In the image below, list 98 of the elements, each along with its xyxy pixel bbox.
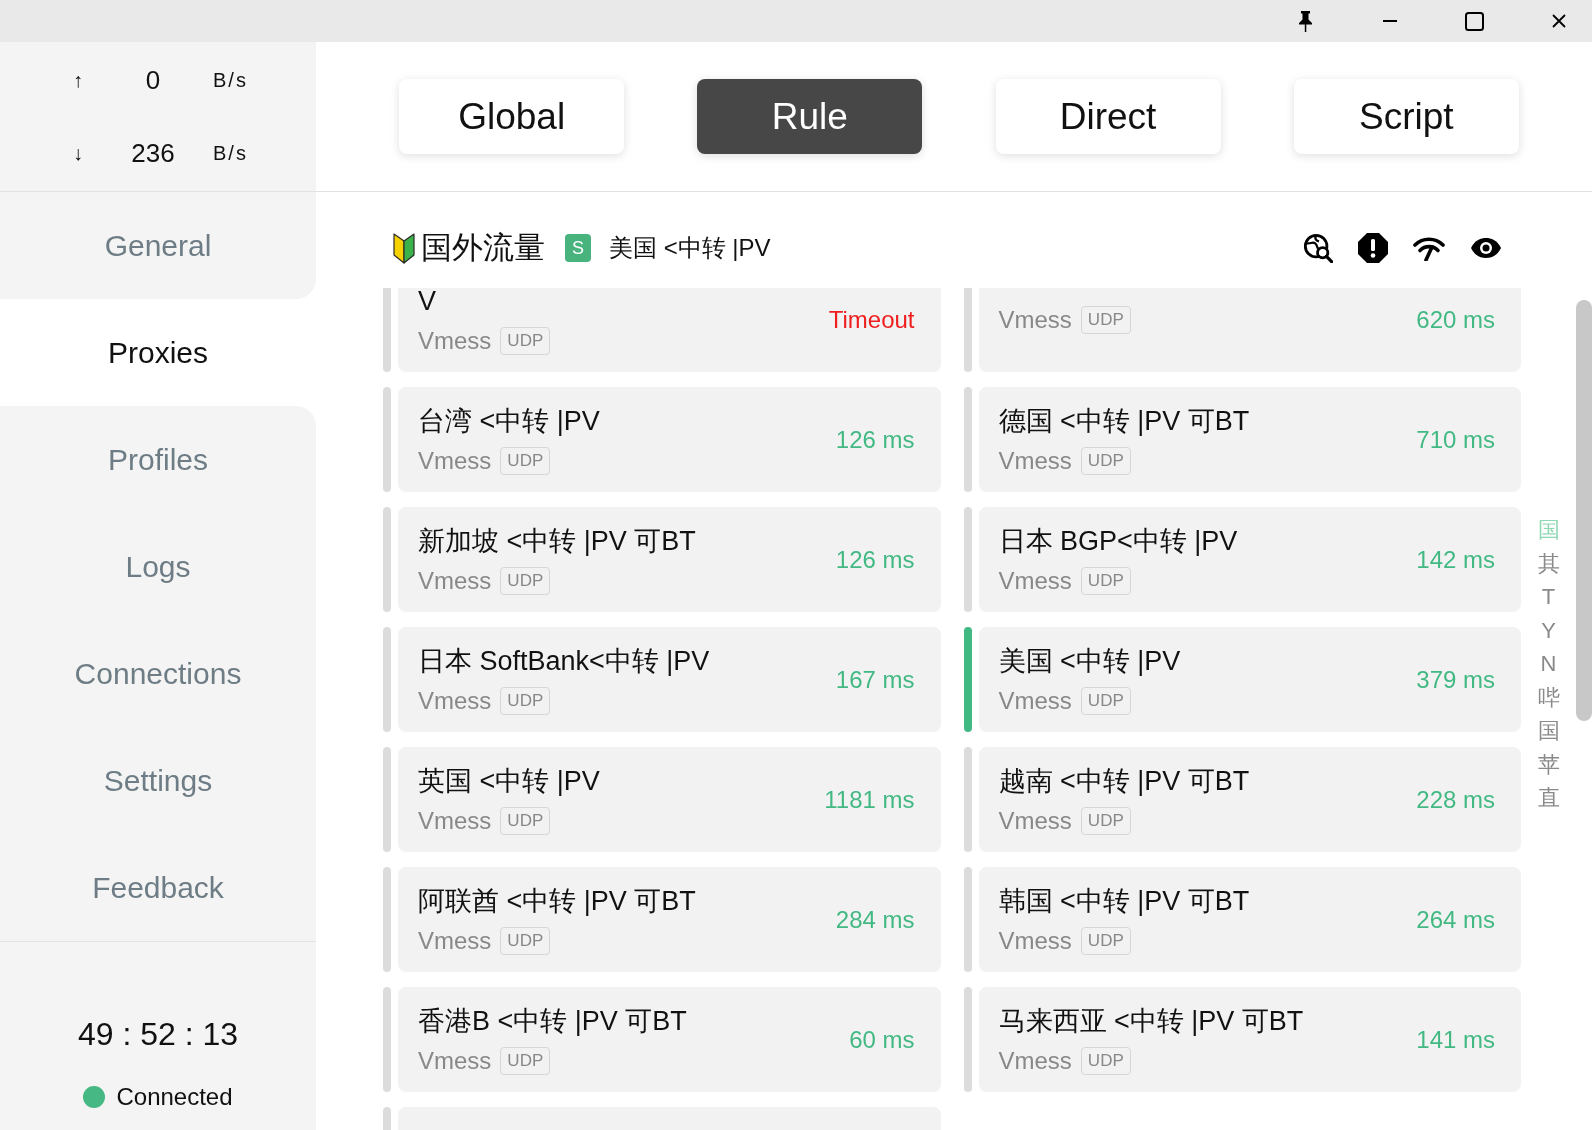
protocol-label: Vmess: [418, 926, 492, 955]
feature-tag: UDP: [1080, 566, 1131, 595]
nav-item[interactable]: General: [0, 192, 316, 299]
nav-item[interactable]: Feedback: [0, 834, 316, 941]
protocol-label: Vmess: [998, 446, 1072, 475]
feature-tag: UDP: [500, 446, 551, 475]
feature-tag: UDP: [1080, 806, 1131, 835]
proxy-card[interactable]: 台湾 <中转 |PV Vmess UDP 126 ms: [398, 387, 941, 492]
pin-icon[interactable]: [1298, 10, 1313, 32]
traffic-value: 236: [131, 137, 175, 169]
nav-item[interactable]: Connections: [0, 620, 316, 727]
latency-value: 620 ms: [1416, 305, 1495, 334]
mode-button[interactable]: Global: [399, 79, 625, 154]
proxy-name: 越南 <中转 |PV 可BT: [998, 764, 1250, 798]
latency-value: 264 ms: [1416, 905, 1495, 934]
traffic-unit: B/s: [213, 68, 248, 92]
proxy-name: 德国 <中转 |PV 可BT: [998, 404, 1250, 438]
proxy-name: 阿联酋 <中转 |PV 可BT: [418, 884, 696, 918]
proxy-card[interactable]: 英国 <中转 |PV Vmess UDP 1181 ms: [398, 747, 941, 852]
latency-value: Timeout: [828, 305, 915, 334]
feature-tag: UDP: [500, 326, 551, 355]
proxy-card[interactable]: 日本 BGP<中转 |PV Vmess UDP 142 ms: [978, 507, 1521, 612]
protocol-label: Vmess: [998, 566, 1072, 595]
group-type-badge: S: [565, 234, 591, 262]
group-name: 国外流量: [421, 229, 545, 267]
globe-search-icon[interactable]: [1303, 233, 1333, 263]
latency-value: 60 ms: [849, 1025, 915, 1054]
latency-value: 710 ms: [1416, 425, 1495, 454]
latency-value: 142 ms: [1416, 545, 1495, 574]
protocol-label: Vmess: [418, 1046, 492, 1075]
uptime-timer: 49 : 52 : 13: [77, 1015, 239, 1054]
current-proxy: 美国 <中转 |PV: [609, 233, 771, 263]
latency-value: 167 ms: [835, 665, 915, 694]
feature-tag: UDP: [1080, 926, 1131, 955]
proxy-name: 美国 <中转 |PV: [998, 644, 1181, 678]
proxy-name: 日本 BGP<中转 |PV: [998, 524, 1238, 558]
proxy-card[interactable]: 越南 <中转 |PV 可BT Vmess UDP 228 ms: [978, 747, 1521, 852]
mode-button[interactable]: Script: [1293, 79, 1519, 154]
protocol-label: Vmess: [418, 446, 492, 475]
feature-tag: UDP: [1080, 305, 1131, 334]
close-icon[interactable]: [1552, 14, 1566, 28]
latency-value: 141 ms: [1416, 1025, 1495, 1054]
wifi-icon[interactable]: [1413, 235, 1445, 261]
feature-tag: UDP: [500, 1046, 551, 1075]
traffic-arrow: ↑: [73, 68, 83, 92]
nav-item[interactable]: Profiles: [0, 406, 316, 513]
proxy-card[interactable]: 阿联酋 <中转 |PV 可BT Vmess UDP 284 ms: [398, 867, 941, 972]
protocol-label: Vmess: [418, 806, 492, 835]
maximize-icon[interactable]: [1465, 11, 1484, 31]
feature-tag: UDP: [500, 566, 551, 595]
mode-button[interactable]: Rule: [697, 79, 923, 154]
proxy-card[interactable]: 美国 <中转 |PV Vmess UDP 379 ms: [978, 627, 1521, 732]
protocol-label: Vmess: [418, 686, 492, 715]
protocol-label: Vmess: [998, 926, 1072, 955]
proxy-card[interactable]: 香港B <中转 |PV 可BT Vmess UDP 60 ms: [398, 987, 941, 1092]
mode-button[interactable]: Direct: [995, 79, 1221, 154]
feature-tag: UDP: [500, 806, 551, 835]
protocol-label: Vmess: [418, 566, 492, 595]
alert-icon[interactable]: [1358, 233, 1388, 263]
feature-tag: UDP: [1080, 446, 1131, 475]
protocol-label: Vmess: [998, 305, 1072, 334]
traffic-value: 0: [145, 64, 161, 96]
latency-value: 284 ms: [835, 905, 915, 934]
protocol-label: Vmess: [998, 686, 1072, 715]
latency-value: 228 ms: [1416, 785, 1495, 814]
nav-item[interactable]: Logs: [0, 513, 316, 620]
proxy-name: 新加坡 <中转 |PV 可BT: [418, 524, 696, 558]
proxy-card[interactable]: 德国 <中转 |PV 可BT Vmess UDP 710 ms: [978, 387, 1521, 492]
feature-tag: UDP: [500, 686, 551, 715]
latency-value: 126 ms: [835, 425, 915, 454]
feature-tag: UDP: [1080, 1046, 1131, 1075]
feature-tag: UDP: [500, 926, 551, 955]
proxy-card[interactable]: V Vmess UDP Timeout: [398, 288, 941, 372]
proxy-name: 日本 SoftBank<中转 |PV: [418, 644, 710, 678]
protocol-label: Vmess: [998, 806, 1072, 835]
proxy-card[interactable]: 马来西亚 <中转 |PV 可BT Vmess UDP 141 ms: [978, 987, 1521, 1092]
proxy-card[interactable]: 新加坡 <中转 |PV 可BT Vmess UDP 126 ms: [398, 507, 941, 612]
protocol-label: Vmess: [418, 326, 492, 355]
proxy-name: 英国 <中转 |PV: [418, 764, 600, 798]
proxy-name: 香港B <中转 |PV 可BT: [418, 1004, 687, 1038]
proxy-card[interactable]: 韩国 <中转 |PV 可BT Vmess UDP 264 ms: [978, 867, 1521, 972]
proxy-name: 韩国 <中转 |PV 可BT: [998, 884, 1250, 918]
scrollbar-thumb[interactable]: [1576, 300, 1592, 721]
status-label: Connected: [116, 1083, 233, 1111]
eye-icon[interactable]: [1470, 237, 1502, 259]
latency-value: 126 ms: [835, 545, 915, 574]
proxy-name: 台湾 <中转 |PV: [418, 404, 600, 438]
nav-item[interactable]: Settings: [0, 727, 316, 834]
latency-value: 379 ms: [1416, 665, 1495, 694]
latency-value: 1181 ms: [824, 785, 915, 814]
proxy-name: 马来西亚 <中转 |PV 可BT: [998, 1004, 1304, 1038]
proxy-name: V: [418, 288, 437, 318]
proxy-card[interactable]: 日本 SoftBank<中转 |PV Vmess UDP 167 ms: [398, 627, 941, 732]
protocol-label: Vmess: [998, 1046, 1072, 1075]
feature-tag: UDP: [1080, 686, 1131, 715]
traffic-arrow: ↓: [73, 141, 83, 165]
traffic-unit: B/s: [213, 141, 248, 165]
beginner-mark-icon: [393, 232, 415, 264]
